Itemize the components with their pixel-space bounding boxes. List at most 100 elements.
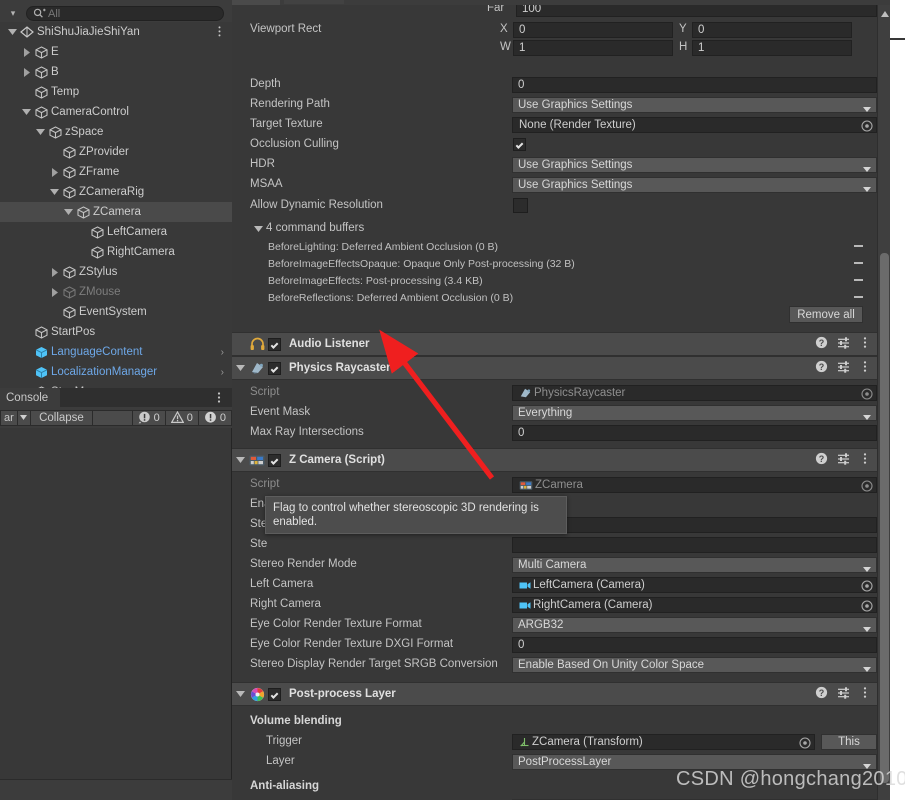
hdr-dropdown[interactable]: Use Graphics Settings (512, 157, 877, 173)
hierarchy-item-shishujiajieshiyan[interactable]: ShiShuJiaJieShiYan (0, 22, 232, 42)
foldout-down-icon[interactable] (232, 449, 248, 471)
component-menu-icon[interactable] (859, 360, 871, 376)
twisty-down-icon[interactable] (20, 102, 33, 122)
scene-menu-icon[interactable] (214, 25, 225, 41)
command-buffers-foldout[interactable]: 4 command buffers (232, 219, 877, 238)
prefab-open-icon[interactable]: › (221, 347, 224, 358)
zc-srgb-dropdown[interactable]: Enable Based On Unity Color Space (512, 657, 877, 673)
preset-icon[interactable] (837, 360, 850, 376)
twisty-none-icon[interactable] (20, 342, 33, 362)
twisty-right-icon[interactable] (48, 282, 61, 302)
help-icon[interactable]: ? (815, 336, 828, 352)
twisty-down-icon[interactable] (48, 182, 61, 202)
hierarchy-item-localizationmanager[interactable]: LocalizationManager › (0, 362, 232, 382)
hierarchy-item-cameracontrol[interactable]: CameraControl (0, 102, 232, 122)
console-warning-filter[interactable]: 0 (165, 409, 199, 426)
occlusion-culling-checkbox[interactable] (513, 138, 526, 151)
twisty-right-icon[interactable] (20, 42, 33, 62)
scrollbar-thumb[interactable] (880, 253, 889, 783)
console-clear-dropdown-icon[interactable] (16, 409, 32, 426)
command-buffer-remove-button[interactable] (854, 245, 863, 247)
twisty-right-icon[interactable] (48, 162, 61, 182)
hierarchy-item-rightcamera[interactable]: RightCamera (0, 242, 232, 262)
command-buffer-remove-button[interactable] (854, 279, 863, 281)
hierarchy-item-eventsystem[interactable]: EventSystem (0, 302, 232, 322)
console-collapse-toggle[interactable]: Collapse (31, 409, 93, 426)
viewport-w-field[interactable]: 1 (513, 40, 673, 56)
zc-eye-color-dxgi-field[interactable]: 0 (512, 637, 877, 653)
ppl-trigger-this-button[interactable]: This (821, 734, 877, 750)
rendering-path-dropdown[interactable]: Use Graphics Settings (512, 97, 877, 113)
pr-max-ray-field[interactable]: 0 (512, 425, 877, 441)
msaa-dropdown[interactable]: Use Graphics Settings (512, 177, 877, 193)
hierarchy-search-input[interactable]: All (26, 6, 224, 21)
command-buffer-remove-button[interactable] (854, 296, 863, 298)
console-log-list[interactable] (0, 428, 232, 779)
post-process-layer-enabled-checkbox[interactable] (268, 687, 281, 701)
hierarchy-item-zcamerarig[interactable]: ZCameraRig (0, 182, 232, 202)
component-header-z-camera[interactable]: Z Camera (Script) ? (232, 448, 877, 472)
component-menu-icon[interactable] (859, 686, 871, 702)
hierarchy-item-e[interactable]: E (0, 42, 232, 62)
twisty-none-icon[interactable] (20, 322, 33, 342)
zc-stereo-render-mode-dropdown[interactable]: Multi Camera (512, 557, 877, 573)
help-icon[interactable]: ? (815, 452, 828, 468)
hierarchy-item-zspace[interactable]: zSpace (0, 122, 232, 142)
help-icon[interactable]: ? (815, 360, 828, 376)
tab-console[interactable]: Console (0, 388, 61, 407)
zc-hidden-field-2[interactable] (512, 537, 877, 553)
component-header-physics-raycaster[interactable]: Physics Raycaster ? (232, 356, 877, 380)
console-clear-button[interactable]: ar (0, 409, 17, 426)
command-buffer-remove-button[interactable] (854, 262, 863, 264)
preset-icon[interactable] (837, 686, 850, 702)
hierarchy-item-zmouse[interactable]: ZMouse (0, 282, 232, 302)
zc-eye-color-format-dropdown[interactable]: ARGB32 (512, 617, 877, 633)
component-menu-icon[interactable] (859, 336, 871, 352)
viewport-h-field[interactable]: 1 (692, 40, 852, 56)
console-info-filter[interactable]: 0 (198, 409, 232, 426)
twisty-none-icon[interactable] (48, 302, 61, 322)
hierarchy-item-leftcamera[interactable]: LeftCamera (0, 222, 232, 242)
object-picker-icon[interactable] (799, 737, 811, 752)
scroll-up-icon[interactable] (881, 8, 889, 20)
tab-secondary[interactable] (284, 0, 344, 4)
remove-all-button[interactable]: Remove all (789, 306, 863, 323)
hierarchy-item-temp[interactable]: Temp (0, 82, 232, 102)
z-camera-enabled-checkbox[interactable] (268, 453, 281, 467)
hierarchy-add-dropdown-icon[interactable]: ▾ (0, 6, 26, 22)
ppl-trigger-objectfield[interactable]: ZCamera (Transform) (512, 734, 815, 750)
twisty-none-icon[interactable] (20, 82, 33, 102)
camera-far-field[interactable]: 100 (516, 5, 877, 17)
zc-left-camera-objectfield[interactable]: LeftCamera (Camera) (512, 577, 877, 593)
object-picker-icon[interactable] (861, 580, 873, 595)
component-header-post-process-layer[interactable]: Post-process Layer ? (232, 682, 877, 706)
inspector-scrollbar[interactable] (877, 5, 891, 800)
viewport-x-field[interactable]: 0 (513, 22, 673, 38)
object-picker-icon[interactable] (861, 600, 873, 615)
pr-event-mask-dropdown[interactable]: Everything (512, 405, 877, 421)
twisty-none-icon[interactable] (76, 242, 89, 262)
twisty-down-icon[interactable] (34, 122, 47, 142)
hierarchy-item-zcamera[interactable]: ZCamera (0, 202, 232, 222)
audio-listener-enabled-checkbox[interactable] (268, 337, 281, 351)
viewport-y-field[interactable]: 0 (692, 22, 852, 38)
allow-dynamic-resolution-checkbox[interactable] (513, 198, 528, 213)
twisty-down-icon[interactable] (62, 202, 75, 222)
hierarchy-tree[interactable]: ShiShuJiaJieShiYan E B Temp CameraControl zSp… (0, 22, 232, 388)
foldout-down-icon[interactable] (232, 683, 248, 705)
twisty-down-icon[interactable] (6, 22, 19, 42)
hierarchy-item-startpos[interactable]: StartPos (0, 322, 232, 342)
foldout-right-icon[interactable] (232, 333, 248, 355)
console-error-filter[interactable]: 0 (132, 409, 166, 426)
preset-icon[interactable] (837, 336, 850, 352)
twisty-right-icon[interactable] (48, 262, 61, 282)
twisty-none-icon[interactable] (48, 142, 61, 162)
hierarchy-item-languagecontent[interactable]: LanguageContent › (0, 342, 232, 362)
physics-raycaster-enabled-checkbox[interactable] (268, 361, 281, 375)
object-picker-icon[interactable] (861, 120, 873, 135)
console-menu-icon[interactable] (213, 391, 225, 407)
hierarchy-item-zstylus[interactable]: ZStylus (0, 262, 232, 282)
help-icon[interactable]: ? (815, 686, 828, 702)
foldout-down-icon[interactable] (232, 357, 248, 379)
hierarchy-item-zframe[interactable]: ZFrame (0, 162, 232, 182)
